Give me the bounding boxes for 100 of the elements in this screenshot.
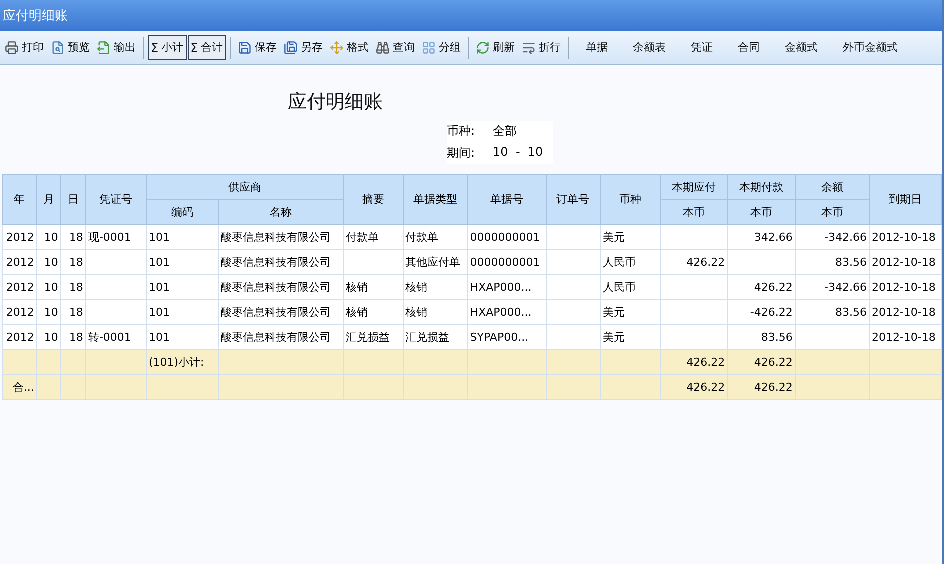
table-cell: 101 (146, 324, 218, 350)
window-title: 应付明细账 (3, 8, 68, 24)
column-header: 到期日 (869, 174, 942, 224)
table-cell (660, 300, 728, 324)
total-cell (60, 350, 86, 374)
total-cell: 426.22 (728, 350, 796, 374)
total-cell (36, 374, 61, 400)
table-cell: 0000000001 (468, 224, 546, 250)
table-cell: 10 (36, 300, 61, 324)
toolbar-button[interactable]: 预览 (48, 35, 93, 60)
toolbar-button[interactable]: 金额式 (772, 35, 830, 60)
column-header: 单据类型 (403, 174, 468, 224)
toolbar-button[interactable]: 输出 (94, 35, 139, 60)
table-cell: 酸枣信息科技有限公司 (218, 324, 344, 350)
table-cell: 18 (60, 274, 86, 300)
table-cell: 2012 (2, 300, 37, 324)
toolbar-button[interactable]: 外币金额式 (830, 35, 910, 60)
table-cell: 2012 (2, 274, 37, 300)
table-cell (86, 300, 146, 324)
total-cell (600, 374, 661, 400)
column-group-header: 供应商 (146, 174, 344, 200)
toolbar-button[interactable]: 另存 (281, 35, 326, 60)
toolbar-button[interactable]: 保存 (235, 35, 280, 60)
table-cell (546, 274, 600, 300)
table-cell: 83.56 (728, 324, 796, 350)
toolbar-button[interactable]: 单据 (573, 35, 620, 60)
column-group-header: 本期付款 (728, 174, 796, 200)
toolbar-button[interactable]: 打印 (2, 35, 47, 60)
column-header: 年 (2, 174, 37, 224)
total-cell (36, 350, 61, 374)
table-cell: 426.22 (660, 250, 728, 274)
table-cell (546, 224, 600, 250)
filter-value: 全部 (493, 123, 518, 140)
total-cell (344, 374, 404, 400)
column-header: 本币 (660, 200, 728, 224)
floppy-disks-icon (284, 40, 298, 54)
toolbar-button[interactable]: 分组 (419, 35, 464, 60)
table-cell: 2012-10-18 (869, 324, 942, 350)
column-header: 本币 (728, 200, 796, 224)
table-cell (344, 250, 404, 274)
table-cell: 付款单 (344, 224, 404, 250)
table-cell (546, 250, 600, 274)
table-cell: 2012 (2, 250, 37, 274)
table-cell: 2012 (2, 324, 37, 350)
column-header: 名称 (218, 200, 344, 224)
grid-icon (422, 40, 436, 54)
toolbar-button[interactable]: 合同 (725, 35, 772, 60)
total-cell (86, 350, 146, 374)
table-cell: 2012-10-18 (869, 250, 942, 274)
table-cell (660, 224, 728, 250)
table-cell: 101 (146, 300, 218, 324)
table-cell: 酸枣信息科技有限公司 (218, 300, 344, 324)
table-cell: 汇兑损益 (403, 324, 468, 350)
table-cell: 2012 (2, 224, 37, 250)
column-header: 订单号 (546, 174, 600, 224)
refresh-icon (476, 40, 490, 54)
column-header: 摘要 (344, 174, 404, 224)
column-header: 日 (60, 174, 86, 224)
table-cell (660, 324, 728, 350)
column-header: 单据号 (468, 174, 546, 224)
table-cell: 10 (36, 250, 61, 274)
table-cell: 18 (60, 250, 86, 274)
table-cell: 10 (36, 324, 61, 350)
table-cell: 其他应付单 (403, 250, 468, 274)
printer-icon (5, 40, 19, 54)
table-cell: 0000000001 (468, 250, 546, 274)
toggle-button[interactable]: Σ 合计 (188, 35, 226, 60)
column-header: 凭证号 (86, 174, 146, 224)
toggle-button[interactable]: Σ 小计 (148, 35, 187, 60)
table-cell: 核销 (403, 274, 468, 300)
table-cell: 426.22 (728, 274, 796, 300)
column-header: 编码 (146, 200, 218, 224)
total-cell (600, 350, 661, 374)
total-cell (546, 374, 600, 400)
table-cell: 83.56 (795, 250, 870, 274)
report-title: 应付明细账 (288, 90, 384, 115)
table-cell: 核销 (344, 274, 404, 300)
toolbar-button[interactable]: 格式 (327, 35, 372, 60)
total-cell: (101)小计: (146, 350, 218, 374)
total-cell (344, 350, 404, 374)
toolbar-button[interactable]: 折行 (519, 35, 564, 60)
total-cell (60, 374, 86, 400)
table-cell: 转-0001 (86, 324, 146, 350)
table-cell: HXAP000... (468, 300, 546, 324)
table-cell: 付款单 (403, 224, 468, 250)
table-cell: 342.66 (728, 224, 796, 250)
table-cell: 汇兑损益 (344, 324, 404, 350)
table-cell (546, 324, 600, 350)
table-cell: 酸枣信息科技有限公司 (218, 274, 344, 300)
toolbar-button[interactable]: 查询 (373, 35, 418, 60)
table-cell (728, 250, 796, 274)
toolbar-button[interactable]: 凭证 (678, 35, 724, 60)
toolbar-button[interactable]: 余额表 (620, 35, 678, 60)
table-cell: 101 (146, 274, 218, 300)
table-cell: 美元 (600, 224, 661, 250)
table-cell: SYPAP00... (468, 324, 546, 350)
toolbar-button[interactable]: 刷新 (473, 35, 518, 60)
table-cell: 美元 (600, 324, 661, 350)
table-cell: 人民币 (600, 250, 661, 274)
table-cell: 2012-10-18 (869, 300, 942, 324)
